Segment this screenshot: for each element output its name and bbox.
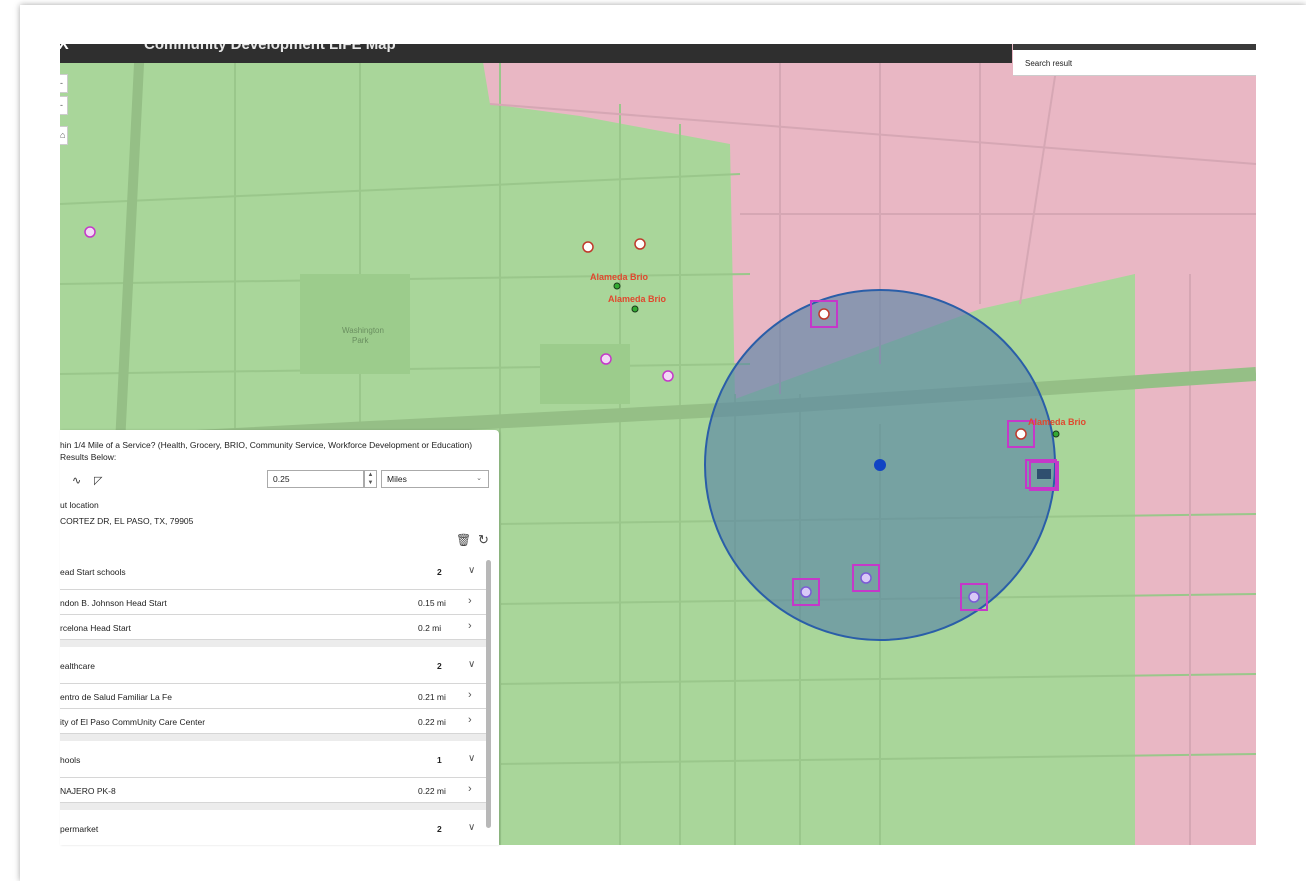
result-row[interactable]: ity of El Paso CommUnity Care Center 0.2… <box>60 709 491 734</box>
result-distance: 0.21 mi <box>418 692 446 702</box>
search-result-panel: Search result <box>1013 44 1256 76</box>
results-list[interactable]: ead Start schools 2 ∨ ndon B. Johnson He… <box>60 553 491 845</box>
trash-icon[interactable]: 🗑 <box>456 533 471 547</box>
group-name: hools <box>60 755 81 765</box>
input-location-title: ut location <box>60 500 99 510</box>
result-group: permarket 2 ∨ <box>60 810 491 845</box>
result-name: ity of El Paso CommUnity Care Center <box>60 717 206 727</box>
distance-input[interactable]: 0.25 <box>267 470 364 488</box>
result-row[interactable]: entro de Salud Familiar La Fe 0.21 mi › <box>60 684 491 709</box>
chevron-down-icon[interactable]: ∨ <box>468 822 475 833</box>
supermarket-cart-icon[interactable] <box>1037 469 1051 479</box>
result-group: hools 1 ∨ NAJERO PK-8 0.22 mi › <box>60 741 491 810</box>
group-count: 1 <box>437 755 442 765</box>
healthcare-marker[interactable] <box>1015 428 1027 440</box>
result-group: ealthcare 2 ∨ entro de Salud Familiar La… <box>60 647 491 741</box>
result-name: rcelona Head Start <box>60 623 131 633</box>
brio-label: Alameda Brio <box>608 294 667 304</box>
distance-stepper[interactable]: ▲ ▼ <box>364 470 377 488</box>
question-line: hin 1/4 Mile of a Service? (Health, Groc… <box>60 440 473 450</box>
washington-park <box>300 274 410 374</box>
zoom-out-button[interactable]: - <box>60 96 68 115</box>
group-count: 2 <box>437 567 442 577</box>
result-name: ndon B. Johnson Head Start <box>60 598 167 608</box>
healthcare-marker[interactable] <box>818 308 830 320</box>
results-scrollbar[interactable] <box>486 560 491 828</box>
search-result-label: Search result <box>1025 59 1073 68</box>
refresh-icon[interactable]: ↻ <box>478 532 489 548</box>
brio-label: Alameda Brio <box>590 272 649 282</box>
library-marker[interactable] <box>84 226 96 238</box>
chevron-right-icon[interactable]: › <box>468 620 472 632</box>
result-group-header[interactable]: permarket 2 ∨ <box>60 810 491 845</box>
result-group-header[interactable]: hools 1 ∨ <box>60 741 491 778</box>
park-label-2: Park <box>352 336 369 345</box>
group-count: 2 <box>437 661 442 671</box>
app-header: X Community Development LIFE Map <box>60 44 1012 63</box>
chevron-down-icon[interactable]: ∨ <box>468 753 475 764</box>
proximity-panel: hin 1/4 Mile of a Service? (Health, Groc… <box>60 430 499 845</box>
result-name: NAJERO PK-8 <box>60 786 116 796</box>
result-group: ead Start schools 2 ∨ ndon B. Johnson He… <box>60 553 491 647</box>
school-marker[interactable] <box>860 572 872 584</box>
unit-select[interactable]: Miles ⌄ <box>381 470 489 488</box>
school-marker[interactable] <box>800 586 812 598</box>
brio-label: Alameda Brio <box>1028 417 1087 427</box>
result-group-header[interactable]: ead Start schools 2 ∨ <box>60 553 491 590</box>
home-button[interactable]: ⌂ <box>60 126 68 145</box>
chevron-down-icon[interactable]: ∨ <box>468 659 475 670</box>
result-distance: 0.15 mi <box>418 598 446 608</box>
healthcare-marker[interactable] <box>634 238 646 250</box>
result-name: entro de Salud Familiar La Fe <box>60 692 172 702</box>
results-hint: Results Below: <box>60 452 117 462</box>
school-marker[interactable] <box>968 591 980 603</box>
brio-marker[interactable] <box>631 305 639 313</box>
input-location-point[interactable] <box>874 459 886 471</box>
unit-select-value: Miles <box>387 474 407 484</box>
chevron-down-icon[interactable]: ∨ <box>468 565 475 576</box>
polyline-tool-icon[interactable]: ∿ <box>72 474 81 487</box>
app-title: Community Development LIFE Map <box>144 44 396 53</box>
chevron-down-icon: ⌄ <box>476 475 482 482</box>
healthcare-marker[interactable] <box>582 241 594 253</box>
question-text: hin 1/4 Mile of a Service? (Health, Groc… <box>60 439 472 463</box>
chevron-right-icon[interactable]: › <box>468 595 472 607</box>
result-group-header[interactable]: ealthcare 2 ∨ <box>60 647 491 684</box>
logo-icon: X <box>60 44 69 53</box>
chevron-right-icon[interactable]: › <box>468 783 472 795</box>
park-label: Washington <box>342 326 384 335</box>
result-distance: 0.22 mi <box>418 786 446 796</box>
group-count: 2 <box>437 824 442 834</box>
chevron-right-icon[interactable]: › <box>468 689 472 701</box>
result-row[interactable]: ndon B. Johnson Head Start 0.15 mi › <box>60 590 491 615</box>
result-row[interactable]: NAJERO PK-8 0.22 mi › <box>60 778 491 803</box>
result-distance: 0.22 mi <box>418 717 446 727</box>
group-name: permarket <box>60 824 99 834</box>
group-name: ealthcare <box>60 661 95 671</box>
brio-marker[interactable] <box>1052 430 1060 438</box>
group-name: ead Start schools <box>60 567 126 577</box>
brio-marker[interactable] <box>613 282 621 290</box>
result-row[interactable]: rcelona Head Start 0.2 mi › <box>60 615 491 640</box>
polygon-tool-icon[interactable]: ◸ <box>94 474 102 487</box>
input-location-value: CORTEZ DR, EL PASO, TX, 79905 <box>60 516 194 526</box>
chevron-right-icon[interactable]: › <box>468 714 472 726</box>
school-block <box>540 344 630 404</box>
school-marker[interactable] <box>600 353 612 365</box>
result-distance: 0.2 mi <box>418 623 442 633</box>
school-marker[interactable] <box>662 370 674 382</box>
zoom-in-button[interactable]: - <box>60 74 68 93</box>
